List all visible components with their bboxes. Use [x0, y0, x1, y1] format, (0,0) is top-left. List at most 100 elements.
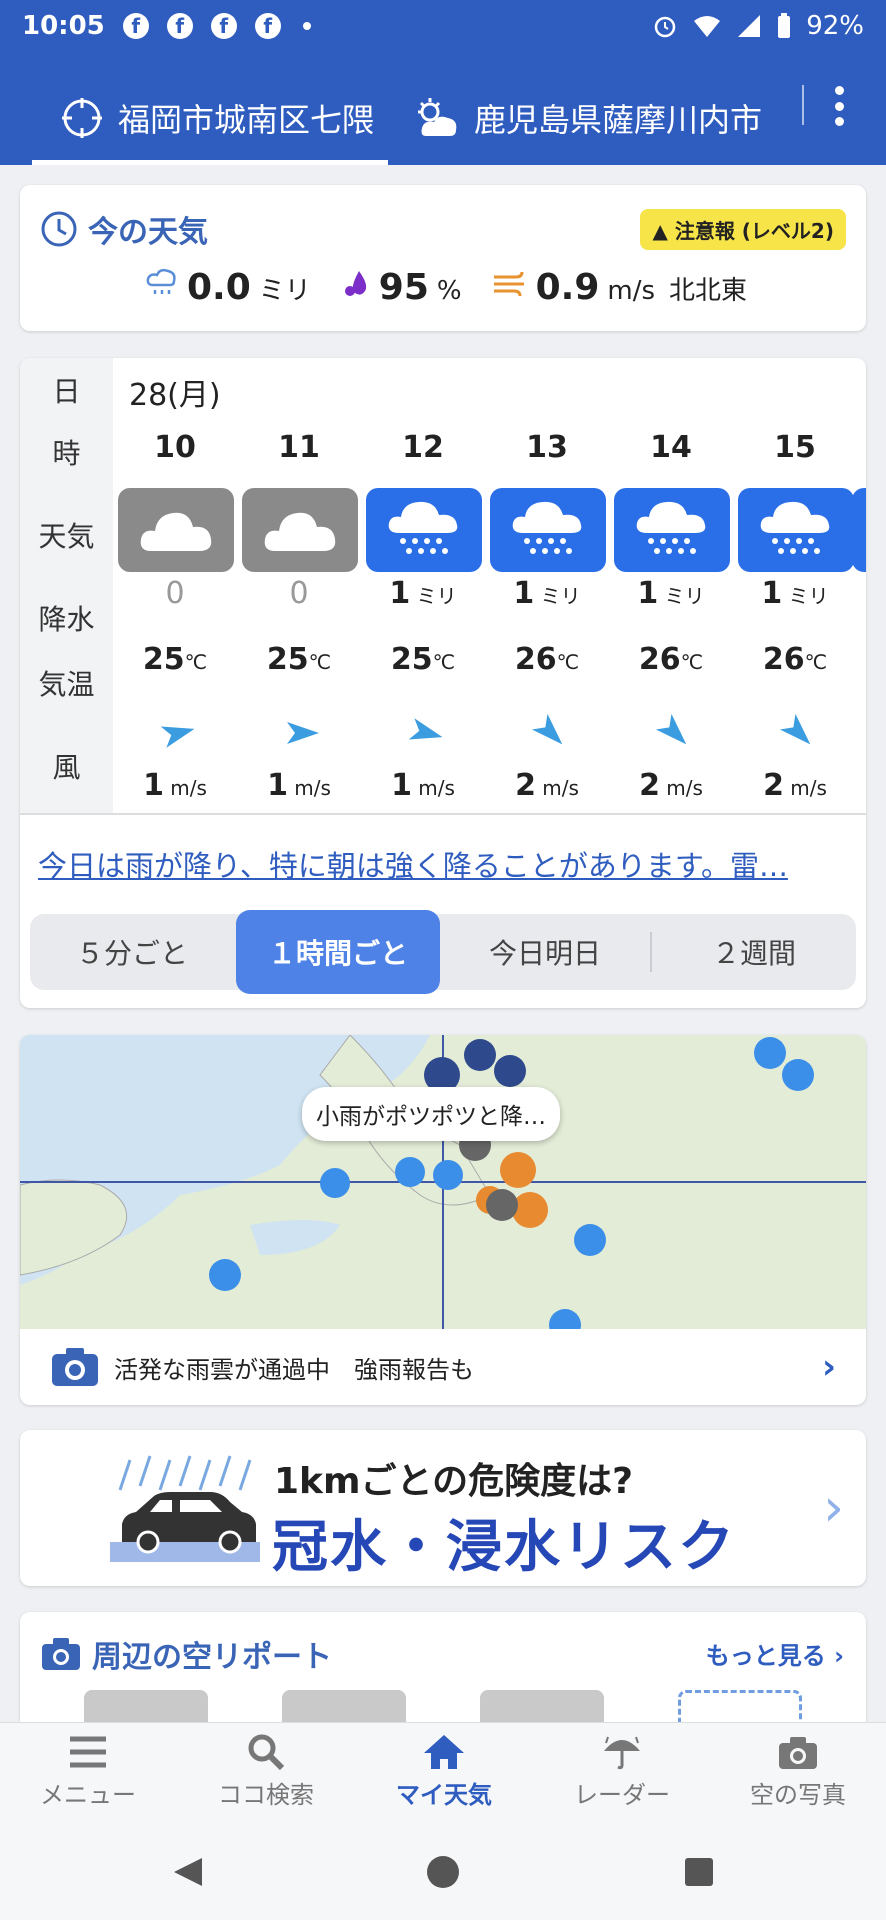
segment-today-tomorrow[interactable]: 今日明日 — [442, 914, 648, 990]
facebook-notification-icon: f — [254, 13, 281, 39]
rain-weather-tile — [614, 488, 730, 572]
forecast-wind: 2 m/s — [515, 768, 579, 803]
chevron-right-icon: › — [821, 1347, 836, 1387]
facebook-notification-icon: f — [210, 13, 237, 39]
chevron-right-icon: › — [823, 1478, 844, 1538]
more-notifications-dot — [302, 22, 311, 30]
rain-weather-tile — [366, 488, 482, 572]
status-bar: 10:05 f f f f 92% — [0, 0, 886, 52]
forecast-temp: 25℃ — [390, 642, 456, 677]
header-divider — [802, 85, 804, 125]
wifi-icon — [694, 16, 721, 37]
tab-location-fukuoka[interactable]: 福岡市城南区七隈 — [31, 70, 389, 165]
wind-direction-icon — [779, 713, 811, 745]
nav-menu[interactable]: メニュー — [8, 1733, 168, 1810]
forecast-summary-link[interactable]: 今日は雨が降り、特に朝は強く降ることがあります。雷… — [38, 843, 858, 885]
status-time: 10:05 — [22, 11, 105, 41]
segment-5min[interactable]: ５分ごと — [30, 914, 234, 990]
banner-question: 1kmごとの危険度は? — [274, 1461, 634, 1502]
rain-map[interactable]: 小雨がポツポツと降… — [20, 1035, 866, 1329]
back-icon[interactable] — [170, 1854, 206, 1890]
wind-arrow — [160, 718, 197, 752]
forecast-wind: 1 m/s — [267, 768, 331, 803]
forecast-hour: 10 — [154, 430, 196, 465]
forecast-hour: 15 — [774, 430, 816, 465]
forecast-precip: 1 ミリ — [637, 576, 705, 611]
forecast-temp: 25℃ — [266, 642, 332, 677]
forecast-hour: 12 — [402, 430, 444, 465]
current-weather-title: 今の天気 — [40, 207, 208, 251]
current-weather-card: 今の天気 ▲ 注意報 (レベル2) 0.0 ミリ 95 % 0.9 m/s 北北… — [20, 185, 866, 331]
nav-search[interactable]: ココ検索 — [186, 1733, 346, 1810]
cloud-icon — [140, 512, 212, 551]
label-weather: 天気 — [38, 520, 95, 553]
tab-label: 福岡市城南区七隈 — [118, 100, 375, 139]
segment-2weeks[interactable]: ２週間 — [652, 914, 856, 990]
flood-risk-banner[interactable]: 1kmごとの危険度は? 冠水・浸水リスク › — [20, 1430, 866, 1586]
radar-umbrella-icon — [604, 1736, 640, 1770]
system-navigation-bar — [0, 1824, 886, 1920]
see-more-link[interactable]: もっと見る › — [706, 1636, 844, 1671]
recents-square-icon[interactable] — [683, 1856, 715, 1888]
forecast-temp: 25℃ — [142, 642, 208, 677]
nav-my-weather[interactable]: マイ天気 — [364, 1733, 524, 1810]
forecast-row-labels: 日 時 天気 降水 気温 風 — [20, 358, 113, 813]
forecast-column: 15 1 ミリ 26℃ 2 m/s — [736, 358, 860, 813]
label-day: 日 — [52, 375, 81, 408]
segment-hourly[interactable]: １時間ごと — [236, 910, 440, 994]
wind-arrow — [408, 718, 445, 752]
forecast-wind: 1 m/s — [143, 768, 207, 803]
cloudy-weather-tile — [118, 488, 234, 572]
nav-radar[interactable]: レーダー — [542, 1733, 702, 1810]
tab-label: 鹿児島県薩摩川内市 — [474, 100, 763, 139]
map-footer[interactable]: 活発な雨雲が通過中 強雨報告も › — [20, 1329, 866, 1405]
warning-badge[interactable]: ▲ 注意報 (レベル2) — [640, 209, 846, 250]
wind-arrow — [531, 713, 569, 752]
menu-icon — [70, 1736, 106, 1768]
cloudy-weather-tile — [242, 488, 358, 572]
forecast-column: 14 1 ミリ 26℃ 2 m/s — [612, 358, 736, 813]
wind-value: 0.9 — [535, 267, 600, 308]
bottom-navigation: メニュー ココ検索 マイ天気 レーダー 空の写真 — [0, 1722, 886, 1824]
humidity-unit: % — [436, 276, 462, 306]
wind-arrow — [655, 713, 693, 752]
forecast-temp: 26℃ — [762, 642, 828, 677]
forecast-precip: 1 ミリ — [513, 576, 581, 611]
precip-value: 0.0 — [187, 267, 251, 308]
more-options-icon[interactable] — [832, 86, 846, 126]
battery-percent: 92% — [806, 11, 864, 41]
cloud-icon — [264, 512, 336, 551]
forecast-precip: 1 ミリ — [389, 576, 457, 611]
search-icon — [248, 1734, 285, 1771]
warning-icon: ▲ — [652, 219, 668, 243]
rain-icon — [636, 501, 706, 554]
wind-icon — [493, 271, 524, 297]
rain-icon — [388, 501, 458, 554]
rain-weather-tile — [490, 488, 606, 572]
nav-sky-photos[interactable]: 空の写真 — [718, 1733, 878, 1810]
rain-map-card[interactable]: 小雨がポツポツと降… 活発な雨雲が通過中 強雨報告も › — [20, 1035, 866, 1405]
wind-arrow — [779, 713, 817, 752]
forecast-temp: 26℃ — [514, 642, 580, 677]
home-circle-icon[interactable] — [425, 1854, 461, 1890]
alarm-icon — [654, 16, 676, 38]
rain-icon — [512, 501, 582, 554]
precip-unit: ミリ — [258, 276, 311, 306]
tab-location-satsumasendai[interactable]: 鹿児島県薩摩川内市 — [414, 70, 762, 165]
forecast-wind: 2 m/s — [639, 768, 703, 803]
forecast-hour: 14 — [650, 430, 692, 465]
label-hour: 時 — [52, 437, 81, 470]
sky-report-title: 周辺の空リポート — [40, 1632, 332, 1676]
location-target-icon — [62, 97, 102, 138]
wind-direction: 北北東 — [669, 276, 748, 306]
map-rain-report-bubble[interactable]: 小雨がポツポツと降… — [302, 1087, 560, 1141]
wind-direction-icon — [531, 713, 563, 745]
facebook-notification-icon: f — [166, 13, 193, 39]
home-icon — [424, 1735, 464, 1769]
battery-icon — [778, 13, 791, 38]
wind-direction-icon — [160, 726, 195, 748]
forecast-wind: 2 m/s — [763, 768, 827, 803]
wind-direction-icon — [287, 722, 319, 744]
banner-title: 冠水・浸水リスク — [272, 1515, 736, 1580]
current-values: 0.0 ミリ 95 % 0.9 m/s 北北東 — [145, 265, 769, 308]
